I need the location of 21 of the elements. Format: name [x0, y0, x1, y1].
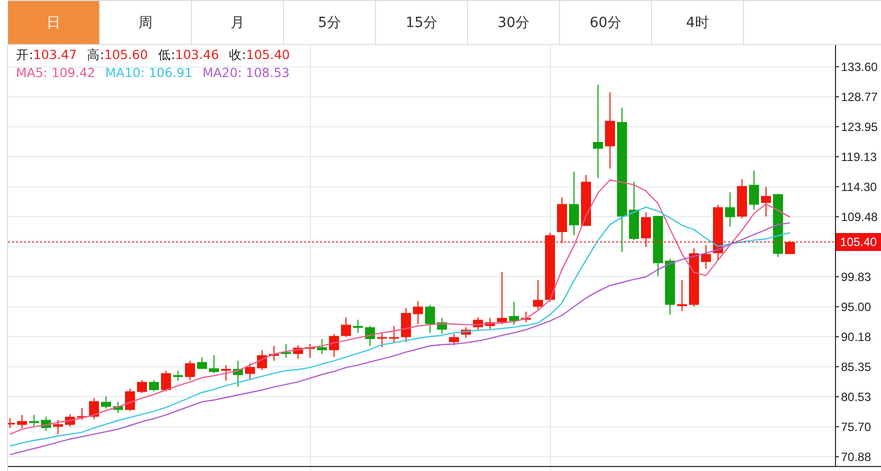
- axis-tick-label: 90.18: [841, 330, 872, 344]
- axis-tick-label: 119.13: [841, 150, 877, 164]
- axis-tick-label: 128.77: [841, 90, 878, 104]
- axis-tick-label: 75.70: [841, 420, 872, 434]
- axis-tick-label: 109.48: [841, 210, 878, 224]
- axis-tick-label: 99.83: [841, 270, 872, 284]
- moving-average-reading: MA10: 106.91: [105, 65, 192, 80]
- moving-average-reading: MA5: 109.42: [16, 65, 96, 80]
- moving-average-reading: MA20: 108.53: [202, 65, 290, 80]
- price-reading: 高:105.60: [86, 47, 148, 64]
- axis-tick-label: 123.95: [841, 120, 878, 134]
- axis-tick-label: 80.53: [841, 390, 872, 404]
- price-reading: 开:103.47: [16, 47, 77, 64]
- axis-tick-label: 85.35: [841, 360, 872, 374]
- axis-tick-label: 70.88: [841, 450, 872, 464]
- axis-tick-label: 133.60: [841, 60, 878, 74]
- price-reading: 低:103.46: [158, 47, 219, 64]
- axis-tick-label: 95.00: [841, 300, 872, 314]
- axis-tick-label: 114.30: [841, 180, 877, 194]
- current-price-tag: 105.40: [836, 233, 881, 251]
- price-reading: 收:105.40: [228, 47, 290, 64]
